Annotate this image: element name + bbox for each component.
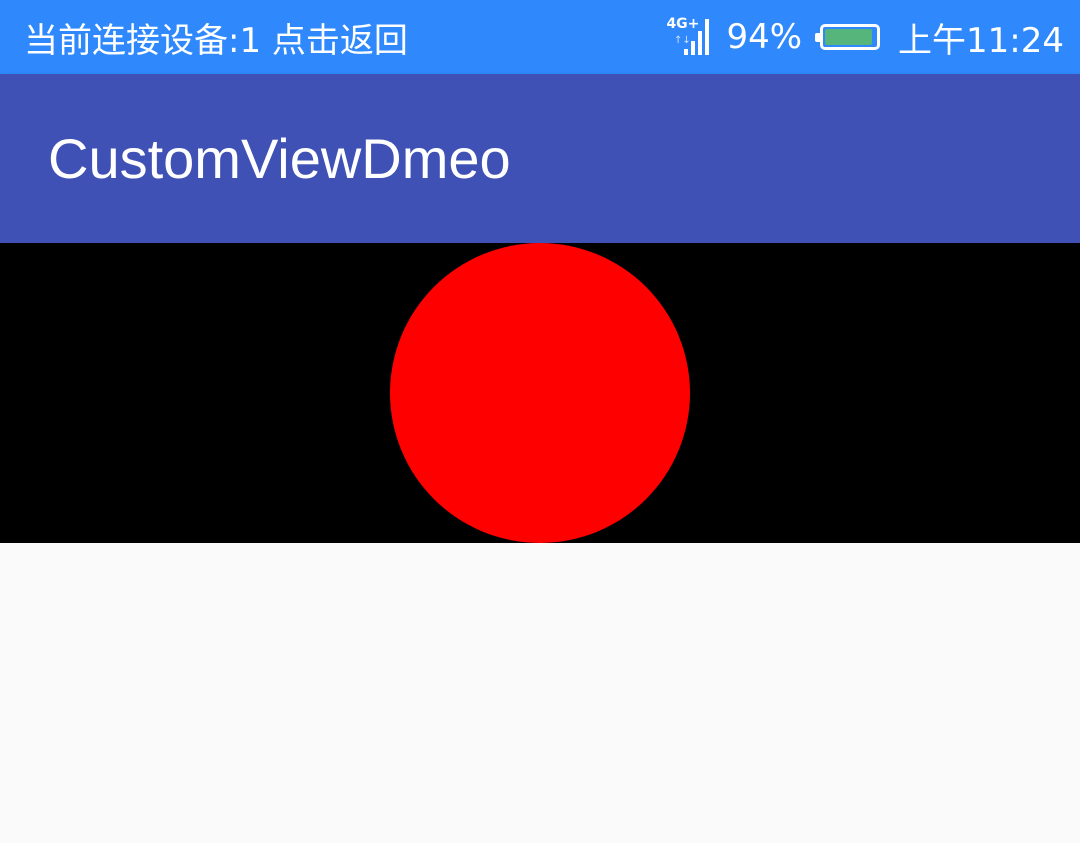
app-title: CustomViewDmeo	[48, 127, 511, 190]
battery-icon	[815, 24, 881, 50]
battery-level-fill	[825, 29, 872, 45]
battery-percent: 94%	[726, 17, 803, 57]
content-area	[0, 543, 1080, 843]
app-toolbar: CustomViewDmeo	[0, 74, 1080, 243]
clock-time: 上午11:24	[898, 20, 1064, 61]
status-bar: 当前连接设备:1 点击返回 4G+ ↑↓ 94% 上午11:24	[0, 0, 1080, 74]
signal-strength-icon: ↑↓	[674, 19, 710, 55]
signal-icon: 4G+ ↑↓	[666, 17, 710, 57]
red-circle	[390, 243, 690, 543]
status-indicators: 4G+ ↑↓ 94% 上午11:24	[666, 0, 1064, 74]
svg-text:↑↓: ↑↓	[674, 35, 691, 46]
connection-status-text[interactable]: 当前连接设备:1 点击返回	[24, 0, 408, 74]
custom-view-canvas[interactable]	[0, 243, 1080, 543]
